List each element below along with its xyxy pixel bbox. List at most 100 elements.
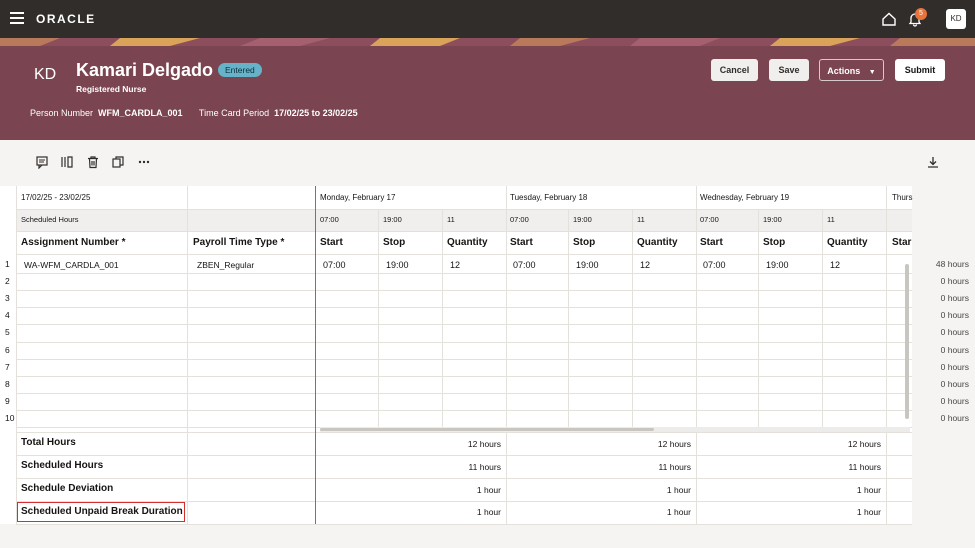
- summary-total-value: 12 hours: [506, 439, 691, 449]
- assignment-cell[interactable]: WA-WFM_CARDLA_001: [24, 260, 119, 270]
- duplicate-icon[interactable]: [111, 155, 125, 169]
- day-header-partial: Thurs: [892, 193, 912, 202]
- person-avatar: KD: [34, 66, 56, 84]
- frozen-column-divider: [315, 186, 316, 524]
- summary-deviation-value: 1 hour: [696, 485, 881, 495]
- save-button[interactable]: Save: [769, 59, 809, 81]
- row-divider: [16, 209, 912, 210]
- day-header: Tuesday, February 18: [510, 193, 587, 202]
- start-header[interactable]: Start: [700, 237, 723, 248]
- start-header[interactable]: Start: [320, 237, 343, 248]
- column-divider: [632, 209, 633, 427]
- row-total: 48 hours: [912, 259, 969, 269]
- delete-icon[interactable]: [86, 155, 100, 169]
- quantity-header[interactable]: Quantity: [447, 237, 488, 248]
- more-icon[interactable]: [137, 155, 151, 169]
- stop-header[interactable]: Stop: [573, 237, 595, 248]
- submit-button[interactable]: Submit: [895, 59, 945, 81]
- column-divider: [568, 209, 569, 427]
- row-total: 0 hours: [912, 327, 969, 337]
- vertical-scrollbar[interactable]: [904, 256, 910, 426]
- summary-scheduled-value: 11 hours: [696, 462, 881, 472]
- scheduled-stop: 19:00: [763, 215, 782, 224]
- period-range: 17/02/25 - 23/02/25: [21, 193, 90, 202]
- row-total: 0 hours: [912, 276, 969, 286]
- scheduled-quantity: 11: [827, 215, 835, 224]
- row-number: 10: [5, 413, 14, 423]
- row-divider: [16, 376, 912, 377]
- payroll-type-cell[interactable]: ZBEN_Regular: [197, 260, 254, 270]
- oracle-logo[interactable]: ORACLE: [36, 12, 96, 26]
- entry-quantity[interactable]: 12: [640, 260, 650, 270]
- row-total: 0 hours: [912, 345, 969, 355]
- row-number: 2: [5, 276, 10, 286]
- row-totals-panel: [912, 186, 975, 524]
- column-divider: [758, 209, 759, 427]
- entry-start[interactable]: 07:00: [703, 260, 726, 270]
- entry-stop[interactable]: 19:00: [576, 260, 599, 270]
- row-number: 8: [5, 379, 10, 389]
- entry-quantity[interactable]: 12: [830, 260, 840, 270]
- summary-deviation-value: 1 hour: [506, 485, 691, 495]
- payroll-type-header[interactable]: Payroll Time Type *: [193, 237, 284, 248]
- summary-deviation-value: 1 hour: [316, 485, 501, 495]
- summary-break-value: 1 hour: [316, 507, 501, 517]
- horizontal-scroll-thumb[interactable]: [320, 428, 654, 431]
- summary-scheduled-label: Scheduled Hours: [21, 460, 103, 471]
- row-divider: [16, 342, 912, 343]
- row-divider: [16, 231, 912, 232]
- day-divider: [506, 186, 507, 524]
- summary-total-value: 12 hours: [316, 439, 501, 449]
- entry-stop[interactable]: 19:00: [386, 260, 409, 270]
- entry-start[interactable]: 07:00: [323, 260, 346, 270]
- scheduled-hours-label: Scheduled Hours: [21, 215, 79, 224]
- download-icon[interactable]: [926, 155, 940, 169]
- quantity-header[interactable]: Quantity: [637, 237, 678, 248]
- row-divider: [16, 455, 912, 456]
- column-divider: [822, 209, 823, 427]
- start-header-partial: Star: [892, 237, 911, 248]
- row-number: 7: [5, 362, 10, 372]
- row-divider: [16, 359, 912, 360]
- scheduled-quantity: 11: [637, 215, 645, 224]
- column-divider: [442, 209, 443, 427]
- period-label: Time Card Period: [199, 108, 269, 118]
- stop-header[interactable]: Stop: [763, 237, 785, 248]
- home-icon[interactable]: [881, 11, 897, 27]
- summary-break-value: 1 hour: [696, 507, 881, 517]
- row-number: 5: [5, 327, 10, 337]
- start-header[interactable]: Start: [510, 237, 533, 248]
- quantity-header[interactable]: Quantity: [827, 237, 868, 248]
- column-divider: [187, 186, 188, 524]
- banner-decoration: [0, 38, 975, 46]
- scheduled-start: 07:00: [700, 215, 719, 224]
- summary-total-label: Total Hours: [21, 437, 76, 448]
- scheduled-stop: 19:00: [573, 215, 592, 224]
- summary-total-value: 12 hours: [696, 439, 881, 449]
- entry-start[interactable]: 07:00: [513, 260, 536, 270]
- day-divider: [886, 186, 887, 524]
- comment-icon[interactable]: [35, 155, 49, 169]
- assignment-header[interactable]: Assignment Number *: [21, 237, 125, 248]
- actions-menu-button[interactable]: Actions ▼: [819, 59, 884, 81]
- row-divider: [16, 254, 912, 255]
- row-total: 0 hours: [912, 362, 969, 372]
- entry-stop[interactable]: 19:00: [766, 260, 789, 270]
- day-divider: [696, 186, 697, 524]
- vertical-scroll-thumb[interactable]: [905, 264, 909, 419]
- row-divider: [16, 290, 912, 291]
- columns-icon[interactable]: [60, 155, 74, 169]
- day-header: Monday, February 17: [320, 193, 395, 202]
- row-total: 0 hours: [912, 413, 969, 423]
- entry-quantity[interactable]: 12: [450, 260, 460, 270]
- cancel-button[interactable]: Cancel: [711, 59, 758, 81]
- person-name: Kamari Delgado: [76, 60, 213, 81]
- user-avatar[interactable]: KD: [946, 9, 966, 29]
- menu-icon[interactable]: [10, 12, 24, 24]
- person-number: WFM_CARDLA_001: [98, 108, 183, 118]
- summary-break-value: 1 hour: [506, 507, 691, 517]
- row-total: 0 hours: [912, 379, 969, 389]
- stop-header[interactable]: Stop: [383, 237, 405, 248]
- row-divider: [16, 524, 912, 525]
- summary-scheduled-value: 11 hours: [316, 462, 501, 472]
